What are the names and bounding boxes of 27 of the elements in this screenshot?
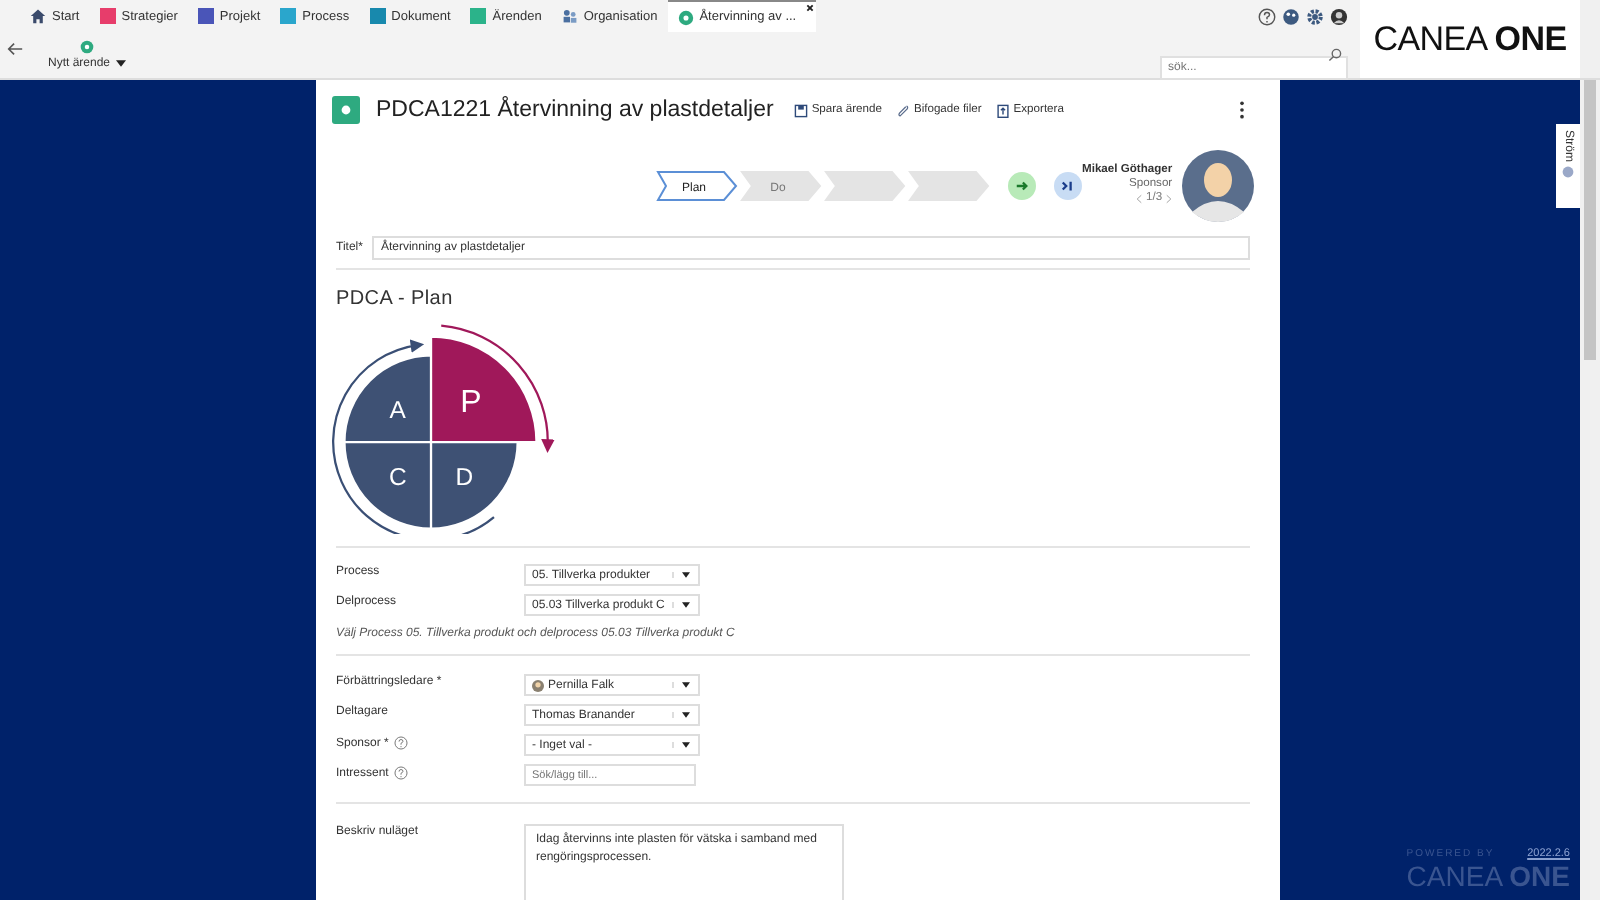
case-icon (332, 96, 360, 125)
section-heading: PDCA - Plan (336, 288, 455, 311)
case-icon (677, 9, 694, 25)
avatar-silhouette (1182, 149, 1255, 222)
search-icon (1328, 48, 1342, 62)
paperclip-icon (895, 103, 910, 118)
close-icon[interactable] (806, 4, 815, 12)
globe-icon (1562, 166, 1574, 179)
people-icon (561, 8, 578, 24)
caret-icon (116, 60, 127, 68)
settings-icon[interactable] (1306, 8, 1324, 26)
pdca-cycle-drawing: A P C D (328, 314, 568, 533)
footer-logo: CANEA ONE (1406, 860, 1570, 892)
case-title: PDCA1221 Återvinning av plastdetaljer (376, 98, 774, 123)
more-menu-icon[interactable] (1238, 100, 1246, 121)
help-icon[interactable] (394, 766, 409, 781)
save-icon (793, 103, 808, 118)
back-arrow-icon[interactable] (6, 40, 24, 58)
home-icon (30, 8, 46, 24)
next-step-button[interactable] (1008, 171, 1036, 200)
help-icon[interactable] (1258, 8, 1276, 26)
user-avatar-icon[interactable] (1330, 8, 1348, 26)
help-icon[interactable] (394, 736, 409, 751)
logo: CANEA ONE (1373, 19, 1567, 59)
case-icon (80, 40, 95, 54)
skip-to-end-button[interactable] (1054, 171, 1082, 200)
export-icon (995, 103, 1010, 118)
